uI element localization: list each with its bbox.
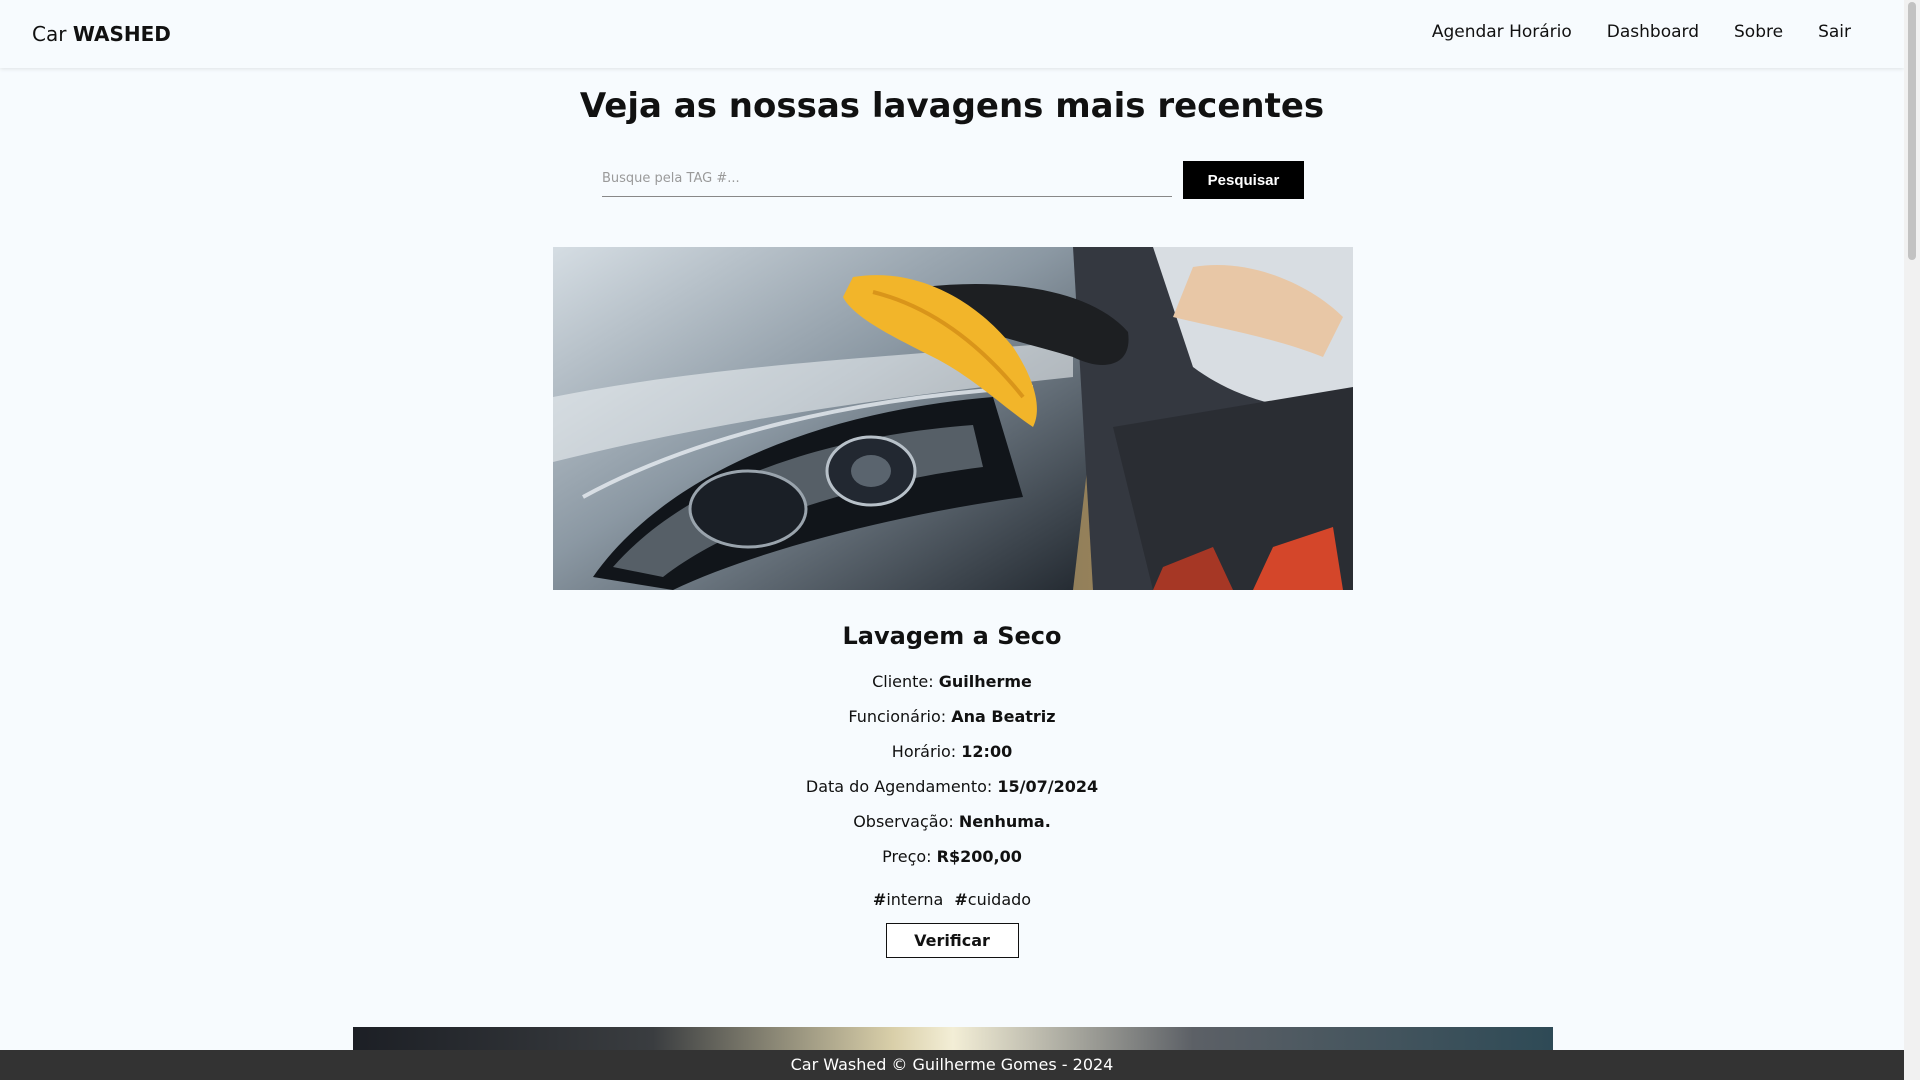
detail-label: Data do Agendamento: — [805, 777, 993, 796]
car-polishing-photo — [553, 247, 1353, 590]
detail-cliente: Cliente: Guilherme — [0, 664, 1904, 699]
wash-card: Lavagem a Seco Cliente: Guilherme Funcio… — [0, 622, 1904, 958]
detail-data-agendamento: Data do Agendamento: 15/07/2024 — [0, 769, 1904, 804]
scrollbar-thumb[interactable] — [1908, 2, 1916, 260]
detail-label: Horário: — [891, 742, 957, 761]
detail-preco: Preço: R$200,00 — [0, 839, 1904, 874]
detail-value: 12:00 — [961, 742, 1013, 761]
page-title: Veja as nossas lavagens mais recentes — [579, 86, 1325, 126]
detail-value: R$200,00 — [936, 847, 1022, 866]
tag-list: #interna #cuidado — [0, 890, 1904, 909]
brand-bold: WASHED — [72, 22, 171, 46]
detail-value: 15/07/2024 — [997, 777, 1099, 796]
tag-cuidado[interactable]: #cuidado — [954, 890, 1031, 909]
detail-value: Nenhuma. — [958, 812, 1051, 831]
verify-button[interactable]: Verificar — [885, 923, 1019, 958]
scrollbar[interactable] — [1904, 0, 1920, 1080]
detail-label: Funcionário: — [848, 707, 947, 726]
search-input[interactable] — [602, 160, 1172, 197]
detail-value: Guilherme — [938, 672, 1032, 691]
detail-label: Preço: — [882, 847, 932, 866]
card-photo — [553, 247, 1353, 590]
navbar: Car WASHED Agendar Horário Dashboard Sob… — [0, 0, 1904, 68]
search-button[interactable]: Pesquisar — [1183, 161, 1304, 199]
next-card-photo — [353, 1027, 1553, 1050]
brand-logo[interactable]: Car WASHED — [32, 22, 171, 46]
nav-links: Agendar Horário Dashboard Sobre Sair — [1432, 22, 1851, 42]
nav-sobre[interactable]: Sobre — [1734, 22, 1783, 42]
nav-dashboard[interactable]: Dashboard — [1607, 22, 1699, 42]
detail-observacao: Observação: Nenhuma. — [0, 804, 1904, 839]
detail-value: Ana Beatriz — [951, 707, 1056, 726]
brand-prefix: Car — [32, 22, 67, 46]
footer: Car Washed © Guilherme Gomes - 2024 — [0, 1050, 1904, 1080]
tag-interna[interactable]: #interna — [873, 890, 943, 909]
nav-agendar-horario[interactable]: Agendar Horário — [1432, 22, 1572, 42]
detail-funcionario: Funcionário: Ana Beatriz — [0, 699, 1904, 734]
search-bar: Pesquisar — [602, 160, 1304, 200]
detail-horario: Horário: 12:00 — [0, 734, 1904, 769]
detail-label: Observação: — [853, 812, 954, 831]
nav-sair[interactable]: Sair — [1818, 22, 1851, 42]
detail-label: Cliente: — [872, 672, 934, 691]
card-title: Lavagem a Seco — [842, 622, 1062, 650]
